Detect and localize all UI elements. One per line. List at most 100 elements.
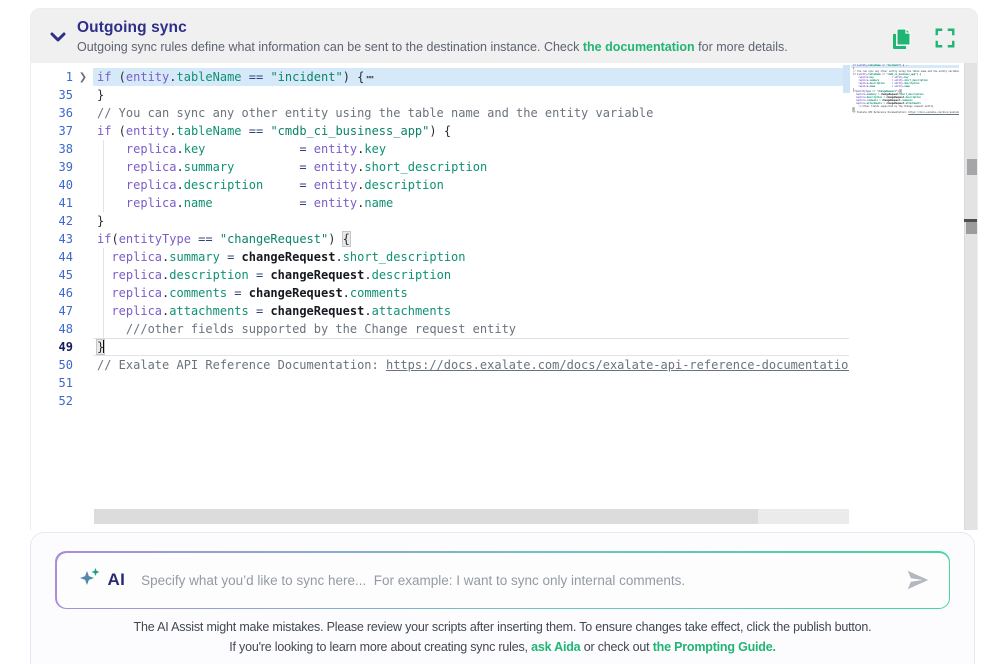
line-number: 35: [31, 86, 73, 104]
code-token: changeRequest: [270, 268, 364, 282]
horizontal-scrollbar-thumb[interactable]: [94, 509, 758, 524]
folded-code-ellipsis[interactable]: ⋯: [906, 64, 907, 67]
ask-aida-link[interactable]: ask Aida: [531, 640, 580, 654]
code-line-45[interactable]: replica.description = changeRequest.desc…: [93, 266, 849, 284]
code-token: ==: [242, 70, 271, 84]
prompting-guide-link[interactable]: the Prompting Guide.: [653, 640, 776, 654]
editor-code[interactable]: if (entity.tableName == "incident") {⋯}/…: [93, 63, 849, 530]
code-line-47[interactable]: replica.attachments = changeRequest.atta…: [93, 302, 849, 320]
code-token: tableName: [868, 64, 880, 67]
code-line-43[interactable]: if(entityType == "changeRequest") {: [93, 230, 849, 248]
code-token: =: [249, 268, 271, 282]
code-line-41[interactable]: replica.name = entity.name: [93, 194, 849, 212]
code-token: replica: [97, 160, 176, 174]
code-token: entity: [314, 142, 357, 156]
help-text-prefix: If you're looking to learn more about cr…: [229, 640, 531, 654]
code-line-38[interactable]: replica.key = entity.key: [93, 140, 849, 158]
ai-prompt-input[interactable]: [141, 573, 904, 588]
scrollbar-thumb[interactable]: [966, 219, 978, 234]
vertical-scrollbar[interactable]: [964, 63, 978, 530]
horizontal-scrollbar[interactable]: [94, 509, 849, 524]
code-token: comments: [169, 286, 227, 300]
line-number: 43: [31, 230, 73, 248]
description-suffix: for more details.: [695, 40, 788, 54]
code-line-1[interactable]: if (entity.tableName == "incident") {⋯: [93, 68, 849, 86]
collapse-section-button[interactable]: [45, 25, 71, 51]
code-token: "cmdb_ci_business_app": [270, 124, 429, 138]
code-token: comments: [350, 286, 408, 300]
ai-disclaimer: The AI Assist might make mistakes. Pleas…: [31, 620, 974, 634]
code-token: changeRequest: [249, 286, 343, 300]
code-token: replica: [97, 304, 162, 318]
code-token: .: [335, 250, 342, 264]
code-line-36[interactable]: // You can sync any other entity using t…: [93, 104, 849, 122]
code-line-51[interactable]: [93, 374, 849, 392]
code-line-35[interactable]: }: [93, 86, 849, 104]
code-token: entity: [895, 85, 903, 88]
gutter-row: 44: [31, 248, 93, 266]
gutter-row: 38: [31, 140, 93, 158]
gutter-row: 46: [31, 284, 93, 302]
code-token: entity: [314, 160, 357, 174]
code-token: .: [169, 70, 176, 84]
code-token: ) {: [900, 64, 904, 67]
code-token: entityType: [119, 232, 191, 246]
code-token: =: [213, 196, 314, 210]
code-token: ==: [242, 124, 271, 138]
code-token: ) {: [917, 73, 921, 76]
line-number: 39: [31, 158, 73, 176]
code-line-44[interactable]: replica.summary = changeRequest.short_de…: [93, 248, 849, 266]
code-token: changeRequest: [270, 304, 364, 318]
gutter-row: 45: [31, 266, 93, 284]
code-token: {: [343, 232, 350, 246]
editor-minimap[interactable]: if (entity.tableName == "incident") {⋯}/…: [851, 63, 959, 530]
code-line-37[interactable]: if (entity.tableName == "cmdb_ci_busines…: [93, 122, 849, 140]
gutter-row: 43: [31, 230, 93, 248]
gutter-row: 42: [31, 212, 93, 230]
code-token: key: [364, 142, 386, 156]
line-number: 50: [31, 356, 73, 374]
code-token: name: [904, 85, 910, 88]
line-number: 47: [31, 302, 73, 320]
line-number: 48: [31, 320, 73, 338]
documentation-link[interactable]: the documentation: [583, 40, 695, 54]
gutter-row: 41: [31, 194, 93, 212]
fullscreen-button[interactable]: [933, 27, 957, 51]
code-line-39[interactable]: replica.summary = entity.short_descripti…: [93, 158, 849, 176]
fold-arrow-icon[interactable]: ❯: [73, 72, 93, 83]
send-button[interactable]: [905, 567, 931, 593]
gutter-row: 47: [31, 302, 93, 320]
code-line-49[interactable]: }: [93, 338, 849, 356]
line-number: 49: [31, 338, 73, 356]
code-link[interactable]: https://docs.exalate.com/docs/exalate-ap…: [386, 358, 849, 372]
code-token: "incident": [886, 64, 900, 67]
page-title: Outgoing sync: [77, 19, 889, 37]
code-token: entity: [859, 64, 867, 67]
code-token: replica: [97, 178, 176, 192]
code-token: .: [169, 124, 176, 138]
code-token: short_description: [364, 160, 487, 174]
header-text: Outgoing sync Outgoing sync rules define…: [77, 19, 889, 54]
code-token: entity: [314, 178, 357, 192]
code-line-42[interactable]: }: [93, 212, 849, 230]
ai-label: AI: [108, 570, 126, 590]
code-token: .: [176, 178, 183, 192]
folded-code-ellipsis[interactable]: ⋯: [366, 70, 373, 84]
code-line-50[interactable]: // Exalate API Reference Documentation: …: [93, 356, 849, 374]
minimap-reveal-highlight: [843, 65, 850, 93]
page: Outgoing sync Outgoing sync rules define…: [0, 0, 999, 664]
code-line-40[interactable]: replica.description = entity.description: [93, 176, 849, 194]
code-line-46[interactable]: replica.comments = changeRequest.comment…: [93, 284, 849, 302]
code-editor[interactable]: 1❯353637383940414243444546474849505152 i…: [31, 63, 977, 530]
code-token: =: [205, 142, 313, 156]
code-token: =: [875, 85, 894, 88]
gutter-row: 39: [31, 158, 93, 176]
gutter-row: 40: [31, 176, 93, 194]
code-line-52[interactable]: [851, 118, 959, 121]
code-line-48[interactable]: ///other fields supported by the Change …: [93, 320, 849, 338]
ai-help-text: If you're looking to learn more about cr…: [31, 640, 974, 654]
copy-script-button[interactable]: [889, 27, 913, 51]
code-link[interactable]: https://docs.exalate.com/docs/exalate-ap…: [908, 111, 959, 114]
code-token: if: [97, 232, 111, 246]
code-line-52[interactable]: [93, 392, 849, 410]
